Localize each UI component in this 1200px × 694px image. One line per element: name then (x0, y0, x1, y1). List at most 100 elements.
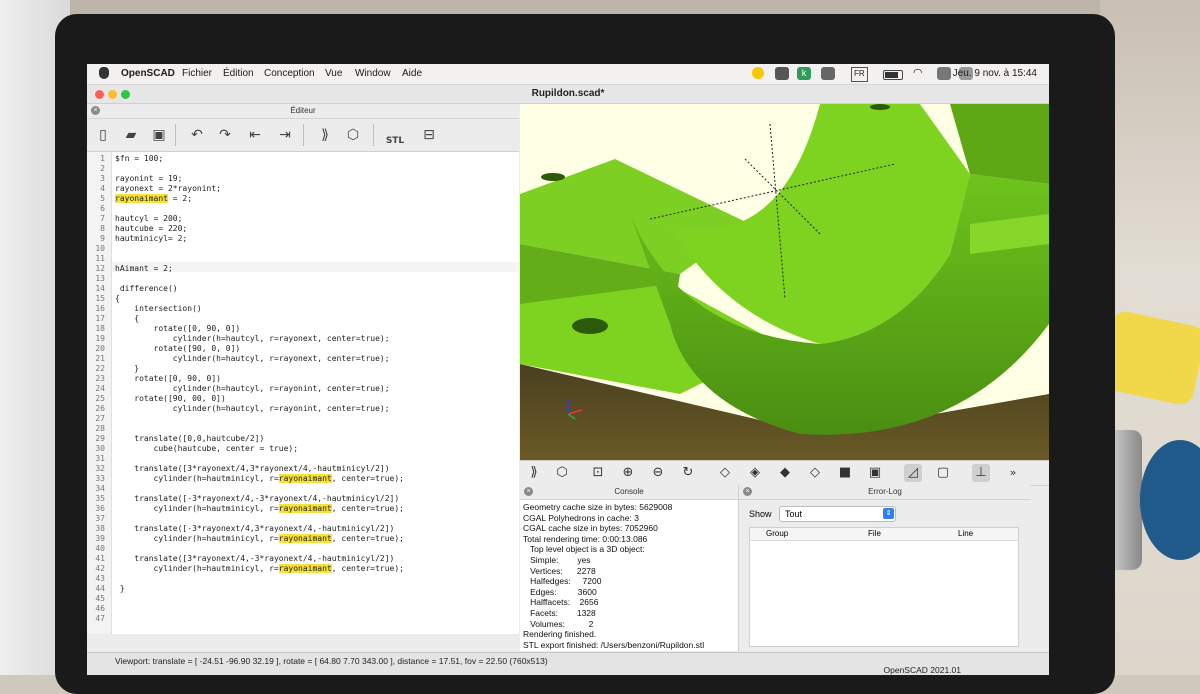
close-error-log-icon[interactable]: × (743, 487, 752, 496)
column-header-line[interactable]: Line (958, 529, 973, 538)
ruler-tray-icon[interactable] (821, 67, 835, 80)
code-line[interactable]: 26 cylinder(h=hautcyl, r=rayonint, cente… (87, 404, 389, 414)
orthogonal-icon[interactable]: ▢ (934, 464, 952, 482)
menu-conception[interactable]: Conception (264, 68, 315, 79)
view-left-icon[interactable]: ◇ (806, 464, 824, 482)
menu-edition[interactable]: Édition (223, 68, 254, 79)
perspective-icon[interactable]: ◿ (904, 464, 922, 482)
code-line[interactable]: 38 translate([-3*rayonext/4,3*rayonext/4… (87, 524, 394, 534)
search-icon[interactable] (937, 67, 951, 80)
new-file-icon[interactable]: ▯ (93, 125, 113, 145)
view-back-icon[interactable]: ▣ (866, 464, 884, 482)
column-header-group[interactable]: Group (766, 529, 788, 538)
redo-icon[interactable]: ↷ (215, 125, 235, 145)
code-line[interactable]: 33 cylinder(h=hautminicyl, r=rayonaimant… (87, 474, 404, 484)
code-line[interactable]: 13 (87, 274, 115, 284)
code-line[interactable]: 6 (87, 204, 115, 214)
code-line[interactable]: 28 (87, 424, 115, 434)
menu-fichier[interactable]: Fichier (182, 68, 212, 79)
reset-view-icon[interactable]: ↻ (679, 464, 697, 482)
code-line[interactable]: 15 { (87, 294, 119, 304)
code-editor[interactable]: 1 $fn = 100; 2 3 rayonint = 19; 4 rayonext = 2… (87, 152, 519, 634)
menu-app-name[interactable]: OpenSCAD (121, 68, 175, 79)
unindent-icon[interactable]: ⇤ (245, 125, 265, 145)
battery-icon[interactable] (883, 70, 903, 80)
code-line[interactable]: 45 (87, 594, 115, 604)
notification-icon[interactable] (752, 67, 764, 79)
code-line[interactable]: 31 (87, 454, 115, 464)
code-line[interactable]: 42 cylinder(h=hautminicyl, r=rayonaimant… (87, 564, 404, 574)
apple-icon[interactable] (99, 67, 109, 79)
code-line[interactable]: 1 $fn = 100; (87, 154, 163, 164)
code-line[interactable]: 11 (87, 254, 115, 264)
code-line[interactable]: 40 (87, 544, 115, 554)
code-line[interactable]: 3 rayonint = 19; (87, 174, 182, 184)
export-icon[interactable]: ⊟ (419, 125, 439, 145)
code-line[interactable]: 2 (87, 164, 115, 174)
code-line[interactable]: 32 translate([3*rayonext/4,3*rayonext/4,… (87, 464, 389, 474)
code-line[interactable]: 37 (87, 514, 115, 524)
view-bottom-icon[interactable]: ◆ (776, 464, 794, 482)
code-line[interactable]: 20 rotate([90, 0, 0]) (87, 344, 240, 354)
code-line[interactable]: 24 cylinder(h=hautcyl, r=rayonint, cente… (87, 384, 389, 394)
code-line[interactable]: 27 (87, 414, 115, 424)
menu-aide[interactable]: Aide (402, 68, 422, 79)
indent-icon[interactable]: ⇥ (275, 125, 295, 145)
zoom-all-icon[interactable]: ⊡ (589, 464, 607, 482)
code-line[interactable]: 25 rotate([90, 00, 0]) (87, 394, 225, 404)
show-filter-select[interactable]: Tout ⇕ (779, 506, 896, 522)
code-line[interactable]: 41 translate([3*rayonext/4,-3*rayonext/4… (87, 554, 394, 564)
code-line[interactable]: 9 hautminicyl= 2; (87, 234, 187, 244)
code-line[interactable]: 4 rayonext = 2*rayonint; (87, 184, 221, 194)
folder-icon[interactable]: ▰ (121, 125, 141, 145)
menubar-clock[interactable]: Jeu. 9 nov. à 15:44 (953, 68, 1037, 79)
code-line[interactable]: 5 rayonaimant = 2; (87, 194, 192, 204)
k-tray-icon[interactable]: k (797, 67, 811, 80)
code-line[interactable]: 34 (87, 484, 115, 494)
3d-viewport[interactable] (520, 104, 1049, 460)
view-top-icon[interactable]: ◈ (746, 464, 764, 482)
close-console-icon[interactable]: × (524, 487, 533, 496)
zoom-in-icon[interactable]: ⊕ (619, 464, 637, 482)
code-line[interactable]: 44 } (87, 584, 124, 594)
code-line[interactable]: 17 { (87, 314, 139, 324)
code-line[interactable]: 43 (87, 574, 115, 584)
wifi-icon[interactable]: ◠ (913, 67, 927, 80)
code-line[interactable]: 12 hAimant = 2; (87, 264, 172, 274)
export-stl-button[interactable]: STL (385, 131, 405, 151)
code-line[interactable]: 23 rotate([0, 90, 0]) (87, 374, 221, 384)
view-right-icon[interactable]: ◇ (716, 464, 734, 482)
code-line[interactable]: 35 translate([-3*rayonext/4,-3*rayonext/… (87, 494, 399, 504)
code-line[interactable]: 16 intersection() (87, 304, 201, 314)
code-line[interactable]: 18 rotate([0, 90, 0]) (87, 324, 240, 334)
menu-vue[interactable]: Vue (325, 68, 342, 79)
more-icon[interactable]: » (1004, 464, 1022, 482)
code-line[interactable]: 19 cylinder(h=hautcyl, r=rayonext, cente… (87, 334, 389, 344)
undo-icon[interactable]: ↶ (187, 125, 207, 145)
code-line[interactable]: 7 hautcyl = 200; (87, 214, 182, 224)
close-editor-icon[interactable]: × (91, 106, 100, 115)
axes-icon[interactable]: ⊥ (972, 464, 990, 482)
code-line[interactable]: 47 (87, 614, 115, 624)
preview-icon[interactable]: ⟫ (315, 125, 335, 145)
input-source-indicator[interactable]: FR (851, 67, 868, 82)
column-header-file[interactable]: File (868, 529, 881, 538)
code-line[interactable]: 30 cube(hautcube, center = true); (87, 444, 298, 454)
code-line[interactable]: 39 cylinder(h=hautminicyl, r=rayonaimant… (87, 534, 404, 544)
save-icon[interactable]: ▣ (149, 125, 169, 145)
zoom-out-icon[interactable]: ⊖ (649, 464, 667, 482)
render-icon[interactable]: ⬡ (343, 125, 363, 145)
app-tray-icon[interactable] (775, 67, 789, 80)
code-line[interactable]: 36 cylinder(h=hautminicyl, r=rayonaimant… (87, 504, 404, 514)
menu-window[interactable]: Window (355, 68, 391, 79)
code-line[interactable]: 21 cylinder(h=hautcyl, r=rayonext, cente… (87, 354, 389, 364)
code-line[interactable]: 14 difference() (87, 284, 177, 294)
code-line[interactable]: 8 hautcube = 220; (87, 224, 187, 234)
code-line[interactable]: 46 (87, 604, 115, 614)
preview-icon[interactable]: ⬡ (553, 464, 571, 482)
view-front-icon[interactable]: ■ (836, 464, 854, 482)
render-icon[interactable]: ⟫ (525, 464, 543, 482)
code-line[interactable]: 22 } (87, 364, 139, 374)
code-line[interactable]: 29 translate([0,0,hautcube/2]) (87, 434, 264, 444)
code-line[interactable]: 10 (87, 244, 115, 254)
